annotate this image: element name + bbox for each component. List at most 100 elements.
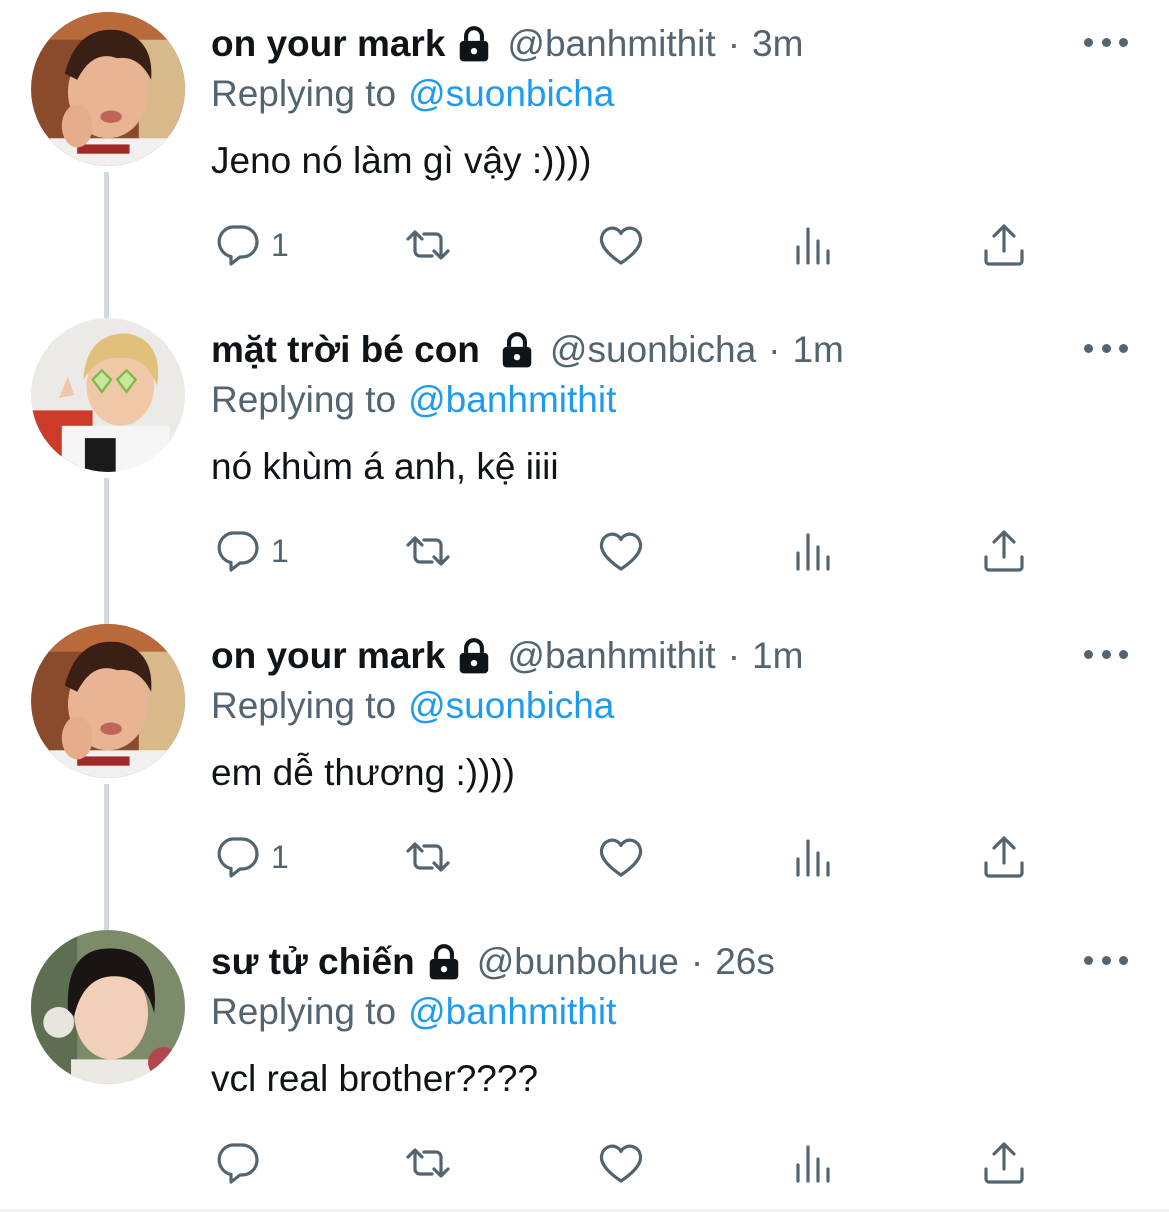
reply-button[interactable]: 1 — [213, 221, 289, 269]
separator-dot: · — [727, 635, 741, 676]
reply-bubble-icon — [217, 225, 259, 266]
share-button[interactable] — [980, 1139, 1028, 1187]
replying-to-mention[interactable]: @suonbicha — [408, 685, 614, 727]
reply-button[interactable]: 1 — [213, 527, 289, 575]
lock-icon — [455, 25, 493, 63]
replying-to-mention[interactable]: @banhmithit — [408, 991, 616, 1033]
tweet[interactable]: mặt trời bé con @suonbicha · 1m Replying… — [0, 306, 1169, 612]
user-handle[interactable]: @banhmithit — [507, 23, 715, 65]
analytics-button[interactable] — [790, 527, 838, 575]
avatar-photo-dark-hair — [31, 930, 185, 1084]
timestamp[interactable]: 3m — [752, 23, 803, 65]
tweet-actions: 1 — [0, 200, 1169, 290]
share-upload-icon — [984, 836, 1024, 878]
avatar[interactable] — [31, 318, 185, 472]
reply-bubble-icon — [217, 531, 259, 572]
retweet-button[interactable] — [404, 527, 452, 575]
reply-bubble-icon — [217, 1143, 259, 1184]
lock-icon — [498, 331, 536, 369]
like-button[interactable] — [597, 527, 645, 575]
reply-button[interactable]: 1 — [213, 833, 289, 881]
heart-icon — [599, 838, 643, 877]
avatar[interactable] — [31, 930, 185, 1084]
share-button[interactable] — [980, 527, 1028, 575]
retweet-icon — [406, 536, 450, 566]
analytics-bars-icon — [796, 839, 830, 877]
lock-icon — [425, 943, 463, 981]
replying-to-label: Replying to — [211, 991, 397, 1032]
avatar-photo-boy-pout — [31, 12, 185, 166]
display-name[interactable]: on your mark — [211, 635, 445, 677]
analytics-bars-icon — [796, 1145, 830, 1183]
tweet-text: vcl real brother???? — [211, 1058, 539, 1099]
tweet[interactable]: on your mark @banhmithit · 3m Replying t… — [0, 0, 1169, 306]
heart-icon — [599, 532, 643, 571]
replying-to-label: Replying to — [211, 685, 397, 726]
like-button[interactable] — [597, 1139, 645, 1187]
more-horizontal-icon[interactable] — [1084, 28, 1128, 56]
separator-dot: · — [727, 23, 741, 64]
tweet-actions: 1 — [0, 506, 1169, 596]
tweet-actions: 1 — [0, 812, 1169, 902]
tweet-text: Jeno nó làm gì vậy :)))) — [211, 140, 592, 181]
tweet-thread: on your mark @banhmithit · 3m Replying t… — [0, 0, 1169, 1212]
avatar[interactable] — [31, 624, 185, 778]
tweet[interactable]: sư tử chiến @bunbohue · 26s Replying to … — [0, 918, 1169, 1212]
analytics-bars-icon — [796, 227, 830, 265]
display-name[interactable]: sư tử chiến — [211, 941, 415, 983]
separator-dot: · — [690, 941, 704, 982]
retweet-icon — [406, 1148, 450, 1178]
share-button[interactable] — [980, 833, 1028, 881]
avatar-photo-blonde-heart-glasses — [31, 318, 185, 472]
more-horizontal-icon[interactable] — [1084, 640, 1128, 668]
tweet-actions — [0, 1118, 1169, 1208]
retweet-button[interactable] — [404, 221, 452, 269]
timestamp[interactable]: 26s — [715, 941, 775, 983]
replying-to-label: Replying to — [211, 379, 397, 420]
heart-icon — [599, 1144, 643, 1183]
avatar-photo-boy-pout — [31, 624, 185, 778]
replying-to-label: Replying to — [211, 73, 397, 114]
lock-icon — [455, 637, 493, 675]
heart-icon — [599, 226, 643, 265]
reply-count: 1 — [271, 532, 289, 569]
replying-to-mention[interactable]: @banhmithit — [408, 379, 616, 421]
analytics-button[interactable] — [790, 1139, 838, 1187]
tweet-text: em dễ thương :)))) — [211, 752, 516, 793]
reply-count: 1 — [271, 226, 289, 263]
user-handle[interactable]: @banhmithit — [507, 635, 715, 677]
tweet-header: mặt trời bé con @suonbicha · 1m — [211, 328, 844, 372]
replying-to-mention[interactable]: @suonbicha — [408, 73, 614, 115]
separator-dot: · — [768, 329, 781, 370]
tweet[interactable]: on your mark @banhmithit · 1m Replying t… — [0, 612, 1169, 918]
reply-count: 1 — [271, 838, 289, 875]
tweet-text: nó khùm á anh, kệ iiii — [211, 446, 559, 487]
user-handle[interactable]: @bunbohue — [477, 941, 679, 983]
analytics-button[interactable] — [790, 221, 838, 269]
share-upload-icon — [984, 530, 1024, 572]
user-handle[interactable]: @suonbicha — [550, 329, 756, 371]
reply-bubble-icon — [217, 837, 259, 878]
like-button[interactable] — [597, 221, 645, 269]
reply-button[interactable] — [213, 1139, 271, 1187]
more-horizontal-icon[interactable] — [1084, 946, 1128, 974]
timestamp[interactable]: 1m — [792, 329, 843, 371]
more-horizontal-icon[interactable] — [1084, 334, 1128, 362]
timestamp[interactable]: 1m — [752, 635, 803, 677]
replying-to-line: Replying to @suonbicha — [211, 72, 614, 116]
replying-to-line: Replying to @banhmithit — [211, 990, 616, 1034]
share-upload-icon — [984, 1142, 1024, 1184]
share-button[interactable] — [980, 221, 1028, 269]
retweet-button[interactable] — [404, 833, 452, 881]
replying-to-line: Replying to @banhmithit — [211, 378, 616, 422]
avatar[interactable] — [31, 12, 185, 166]
retweet-icon — [406, 230, 450, 260]
display-name[interactable]: mặt trời bé con — [211, 329, 480, 371]
retweet-button[interactable] — [404, 1139, 452, 1187]
analytics-button[interactable] — [790, 833, 838, 881]
replying-to-line: Replying to @suonbicha — [211, 684, 614, 728]
tweet-header: sư tử chiến @bunbohue · 26s — [211, 940, 775, 984]
like-button[interactable] — [597, 833, 645, 881]
display-name[interactable]: on your mark — [211, 23, 445, 65]
analytics-bars-icon — [796, 533, 830, 571]
